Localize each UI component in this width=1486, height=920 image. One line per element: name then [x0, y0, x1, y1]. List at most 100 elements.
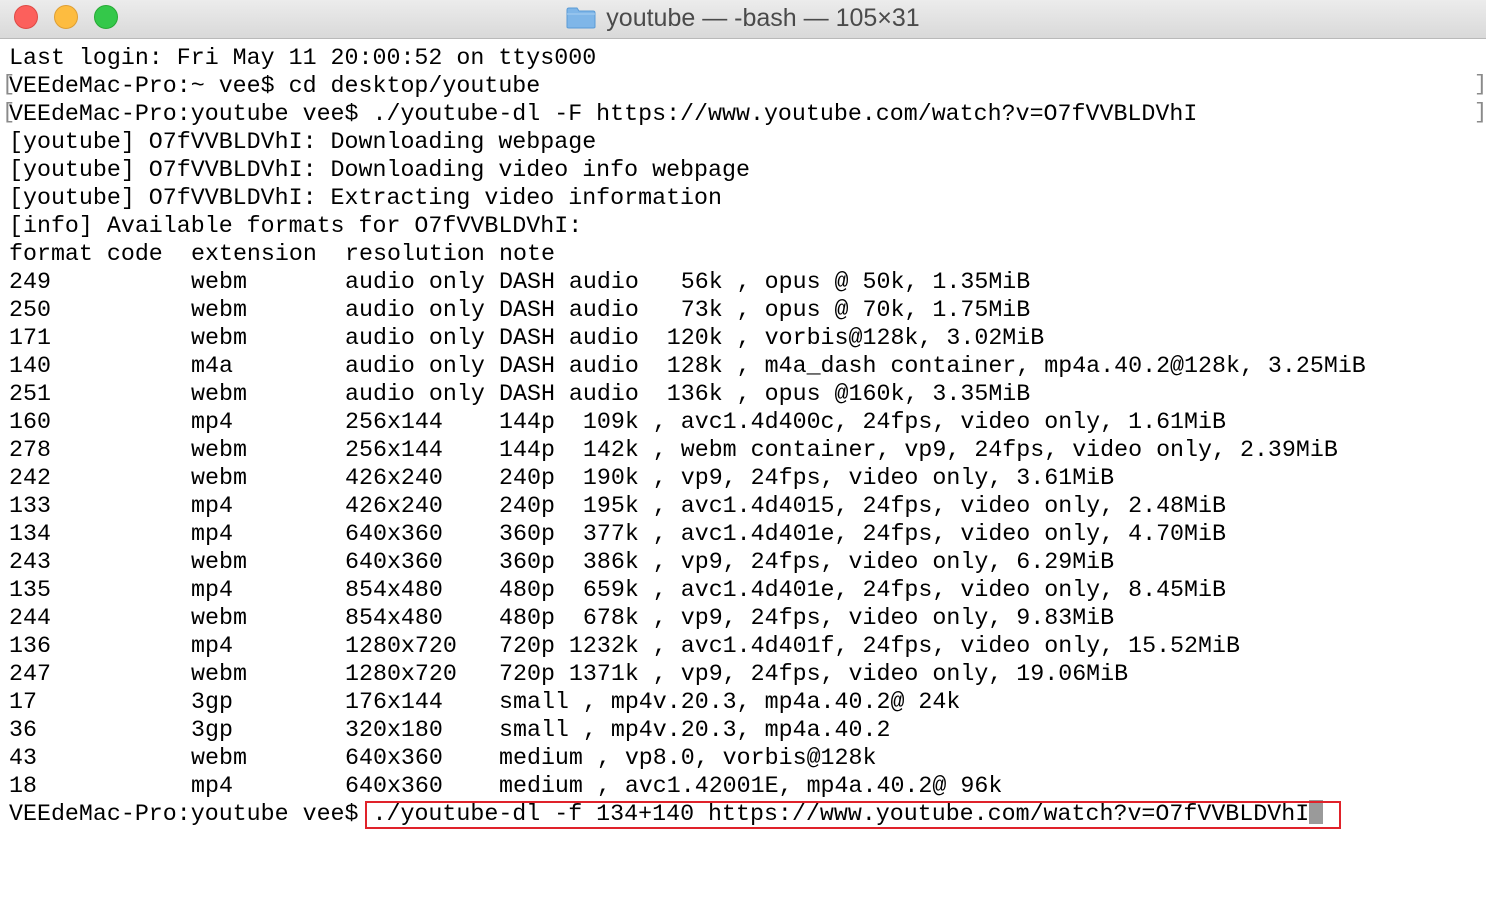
- format-code-cell: 140: [9, 353, 51, 379]
- extension-cell: webm: [191, 465, 247, 491]
- format-row: 244 webm 854x480 480p 678k , vp9, 24fps, vi…: [9, 604, 1479, 632]
- format-row: 136 mp4 1280x720 720p 1232k , avc1.4d401f, …: [9, 632, 1479, 660]
- extension-cell: webm: [191, 325, 247, 351]
- format-row: 135 mp4 854x480 480p 659k , avc1.4d401e, 24…: [9, 576, 1479, 604]
- extension-cell: webm: [191, 269, 247, 295]
- format-row: 243 webm 640x360 360p 386k , vp9, 24fps, vi…: [9, 548, 1479, 576]
- extension-cell: 3gp: [191, 717, 233, 743]
- resolution-cell: 640x360: [345, 549, 443, 575]
- format-row: 250 webm audio only DASH audio 73k , opus @…: [9, 296, 1479, 324]
- terminal-line: [info] Available formats for O7fVVBLDVhI…: [9, 213, 583, 239]
- format-code-cell: 43: [9, 745, 37, 771]
- note-cell: 144p 109k , avc1.4d400c, 24fps, video on…: [499, 409, 1226, 435]
- terminal-line: Last login: Fri May 11 20:00:52 on ttys0…: [9, 45, 597, 71]
- resolution-cell: 256x144: [345, 409, 443, 435]
- resolution-cell: 426x240: [345, 493, 443, 519]
- resolution-cell: 176x144: [345, 689, 443, 715]
- terminal-line: [youtube] O7fVVBLDVhI: Downloading webpa…: [9, 129, 597, 155]
- note-cell: small , mp4v.20.3, mp4a.40.2: [499, 717, 891, 743]
- extension-cell: mp4: [191, 521, 233, 547]
- format-code-cell: 160: [9, 409, 51, 435]
- format-code-cell: 134: [9, 521, 51, 547]
- format-code-cell: 36: [9, 717, 37, 743]
- format-row: 133 mp4 426x240 240p 195k , avc1.4d4015, 24…: [9, 492, 1479, 520]
- format-code-cell: 136: [9, 633, 51, 659]
- extension-cell: mp4: [191, 773, 233, 799]
- note-cell: DASH audio 128k , m4a_dash container, mp…: [499, 353, 1366, 379]
- extension-cell: webm: [191, 661, 247, 687]
- format-row: 249 webm audio only DASH audio 56k , opus @…: [9, 268, 1479, 296]
- shell-prompt: VEEdeMac-Pro:youtube vee$: [9, 801, 373, 827]
- title-bar[interactable]: youtube — -bash — 105×31: [0, 0, 1486, 39]
- note-cell: 720p 1232k , avc1.4d401f, 24fps, video o…: [499, 633, 1240, 659]
- note-cell: DASH audio 120k , vorbis@128k, 3.02MiB: [499, 325, 1045, 351]
- resolution-cell: audio only: [345, 297, 485, 323]
- format-row: 18 mp4 640x360 medium , avc1.42001E, mp4a.4…: [9, 772, 1479, 800]
- terminal-output[interactable]: Last login: Fri May 11 20:00:52 on ttys0…: [9, 44, 1479, 828]
- resolution-cell: 1280x720: [345, 661, 457, 687]
- format-row: 247 webm 1280x720 720p 1371k , vp9, 24fps, …: [9, 660, 1479, 688]
- extension-cell: mp4: [191, 493, 233, 519]
- extension-cell: mp4: [191, 633, 233, 659]
- header-resolution: resolution: [345, 241, 485, 267]
- terminal-header-lines: Last login: Fri May 11 20:00:52 on ttys0…: [9, 44, 1479, 240]
- window-title-group: youtube — -bash — 105×31: [0, 0, 1486, 36]
- header-extension: extension: [191, 241, 317, 267]
- resolution-cell: 1280x720: [345, 633, 457, 659]
- format-row: 17 3gp 176x144 small , mp4v.20.3, mp4a.40.2…: [9, 688, 1479, 716]
- resolution-cell: 640x360: [345, 773, 443, 799]
- resolution-cell: 256x144: [345, 437, 443, 463]
- resolution-cell: 640x360: [345, 521, 443, 547]
- extension-cell: webm: [191, 381, 247, 407]
- note-cell: 240p 190k , vp9, 24fps, video only, 3.61…: [499, 465, 1115, 491]
- extension-cell: mp4: [191, 409, 233, 435]
- format-row: 171 webm audio only DASH audio 120k , vorbi…: [9, 324, 1479, 352]
- format-row: 140 m4a audio only DASH audio 128k , m4a_da…: [9, 352, 1479, 380]
- format-table-header: format code extension resolution note: [9, 240, 1479, 268]
- extension-cell: m4a: [191, 353, 233, 379]
- window-title: youtube — -bash — 105×31: [606, 3, 920, 32]
- note-cell: 240p 195k , avc1.4d4015, 24fps, video on…: [499, 493, 1226, 519]
- extension-cell: webm: [191, 297, 247, 323]
- terminal-line: [youtube] O7fVVBLDVhI: Extracting video …: [9, 185, 723, 211]
- note-cell: 480p 659k , avc1.4d401e, 24fps, video on…: [499, 577, 1226, 603]
- resolution-cell: audio only: [345, 353, 485, 379]
- extension-cell: webm: [191, 745, 247, 771]
- format-row: 242 webm 426x240 240p 190k , vp9, 24fps, vi…: [9, 464, 1479, 492]
- resolution-cell: 854x480: [345, 577, 443, 603]
- note-cell: 360p 386k , vp9, 24fps, video only, 6.29…: [499, 549, 1115, 575]
- extension-cell: 3gp: [191, 689, 233, 715]
- format-row: 251 webm audio only DASH audio 136k , opus …: [9, 380, 1479, 408]
- resolution-cell: 320x180: [345, 717, 443, 743]
- resolution-cell: audio only: [345, 381, 485, 407]
- note-cell: 480p 678k , vp9, 24fps, video only, 9.83…: [499, 605, 1115, 631]
- terminal-line: VEEdeMac-Pro:youtube vee$ ./youtube-dl -…: [9, 101, 1198, 127]
- terminal-line: [youtube] O7fVVBLDVhI: Downloading video…: [9, 157, 750, 183]
- extension-cell: webm: [191, 549, 247, 575]
- header-note: note: [499, 241, 555, 267]
- note-cell: medium , vp8.0, vorbis@128k: [499, 745, 877, 771]
- format-code-cell: 18: [9, 773, 37, 799]
- note-cell: small , mp4v.20.3, mp4a.40.2@ 24k: [499, 689, 961, 715]
- format-row: 134 mp4 640x360 360p 377k , avc1.4d401e, 24…: [9, 520, 1479, 548]
- note-cell: DASH audio 56k , opus @ 50k, 1.35MiB: [499, 269, 1031, 295]
- note-cell: 144p 142k , webm container, vp9, 24fps, …: [499, 437, 1338, 463]
- format-row: 160 mp4 256x144 144p 109k , avc1.4d400c, 24…: [9, 408, 1479, 436]
- terminal-line: VEEdeMac-Pro:~ vee$ cd desktop/youtube: [9, 73, 541, 99]
- terminal-window: youtube — -bash — 105×31 [ ] [ ] Last lo…: [0, 0, 1486, 920]
- format-code-cell: 251: [9, 381, 51, 407]
- header-format-code: format code: [9, 241, 163, 267]
- format-row: 36 3gp 320x180 small , mp4v.20.3, mp4a.40.2: [9, 716, 1479, 744]
- format-code-cell: 247: [9, 661, 51, 687]
- extension-cell: mp4: [191, 577, 233, 603]
- format-row: 43 webm 640x360 medium , vp8.0, vorbis@128k: [9, 744, 1479, 772]
- format-code-cell: 17: [9, 689, 37, 715]
- format-row: 278 webm 256x144 144p 142k , webm container…: [9, 436, 1479, 464]
- resolution-cell: 854x480: [345, 605, 443, 631]
- format-code-cell: 249: [9, 269, 51, 295]
- resolution-cell: audio only: [345, 325, 485, 351]
- format-code-cell: 171: [9, 325, 51, 351]
- resolution-cell: 426x240: [345, 465, 443, 491]
- note-cell: 360p 377k , avc1.4d401e, 24fps, video on…: [499, 521, 1226, 547]
- format-code-cell: 243: [9, 549, 51, 575]
